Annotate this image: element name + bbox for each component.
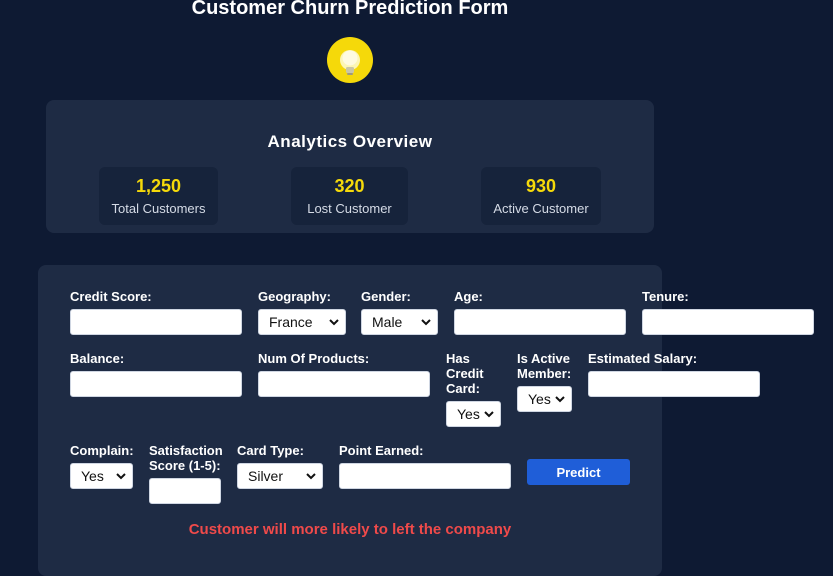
stat-lost-customer: 320 Lost Customer [291, 167, 408, 225]
card-type-select[interactable]: Silver [237, 463, 323, 489]
label-line: Score (1-5): [149, 458, 221, 473]
label-line: Credit [446, 366, 484, 381]
card-type-value: Silver [248, 468, 284, 484]
has-credit-card-value: Yes [457, 406, 480, 422]
analytics-title: Analytics Overview [267, 132, 433, 151]
point-earned-label: Point Earned: [339, 443, 424, 458]
gender-label: Gender: [361, 289, 411, 304]
geography-value: France [269, 314, 313, 330]
label-line: Card: [446, 381, 480, 396]
age-label: Age: [454, 289, 483, 304]
satisfaction-score-label: Satisfaction Score (1-5): [149, 443, 223, 473]
stat-value: 320 [334, 176, 365, 196]
stat-value: 930 [525, 176, 557, 196]
is-active-member-label: Is Active Member: [517, 351, 571, 381]
chevron-down-icon [306, 473, 316, 480]
tenure-input[interactable] [642, 309, 814, 335]
predict-button[interactable]: Predict [527, 459, 630, 485]
label-line: Has [446, 351, 470, 366]
gender-value: Male [372, 314, 403, 330]
credit-score-label: Credit Score: [70, 289, 152, 304]
prediction-result: Customer will more likely to left the co… [188, 521, 512, 538]
stat-total-customers: 1,250 Total Customers [99, 167, 218, 225]
is-active-member-select[interactable]: Yes [517, 386, 572, 412]
stat-label: Lost Customer [307, 201, 392, 216]
chevron-down-icon [116, 473, 126, 480]
label-line: Satisfaction [149, 443, 223, 458]
chevron-down-icon [421, 319, 431, 326]
chevron-down-icon [329, 319, 339, 326]
balance-input[interactable] [70, 371, 242, 397]
has-credit-card-label: Has Credit Card: [446, 351, 484, 396]
tenure-label: Tenure: [642, 289, 689, 304]
label-line: Is Active [517, 351, 570, 366]
analytics-overview-card: Analytics Overview 1,250 Total Customers… [46, 100, 654, 233]
point-earned-input[interactable] [339, 463, 511, 489]
is-active-member-value: Yes [528, 391, 551, 407]
chevron-down-icon [484, 411, 494, 418]
estimated-salary-label: Estimated Salary: [588, 351, 698, 366]
complain-select[interactable]: Yes [70, 463, 133, 489]
card-type-label: Card Type: [237, 443, 304, 458]
num-products-input[interactable] [258, 371, 430, 397]
label-line: Member: [517, 366, 572, 381]
page-title: Customer Churn Prediction Form [191, 0, 509, 19]
gender-select[interactable]: Male [361, 309, 438, 335]
num-products-label: Num Of Products: [258, 351, 370, 366]
lightbulb-icon [327, 37, 373, 83]
stat-label: Active Customer [493, 201, 589, 216]
chevron-down-icon [555, 396, 565, 403]
age-input[interactable] [454, 309, 626, 335]
balance-label: Balance: [70, 351, 125, 366]
credit-score-input[interactable] [70, 309, 242, 335]
complain-value: Yes [81, 468, 104, 484]
stat-value: 1,250 [135, 176, 182, 196]
estimated-salary-input[interactable] [588, 371, 760, 397]
complain-label: Complain: [70, 443, 134, 458]
satisfaction-score-input[interactable] [149, 478, 221, 504]
geography-select[interactable]: France [258, 309, 346, 335]
geography-label: Geography: [258, 289, 331, 304]
stat-label: Total Customers [111, 201, 206, 216]
has-credit-card-select[interactable]: Yes [446, 401, 501, 427]
stat-active-customer: 930 Active Customer [481, 167, 601, 225]
